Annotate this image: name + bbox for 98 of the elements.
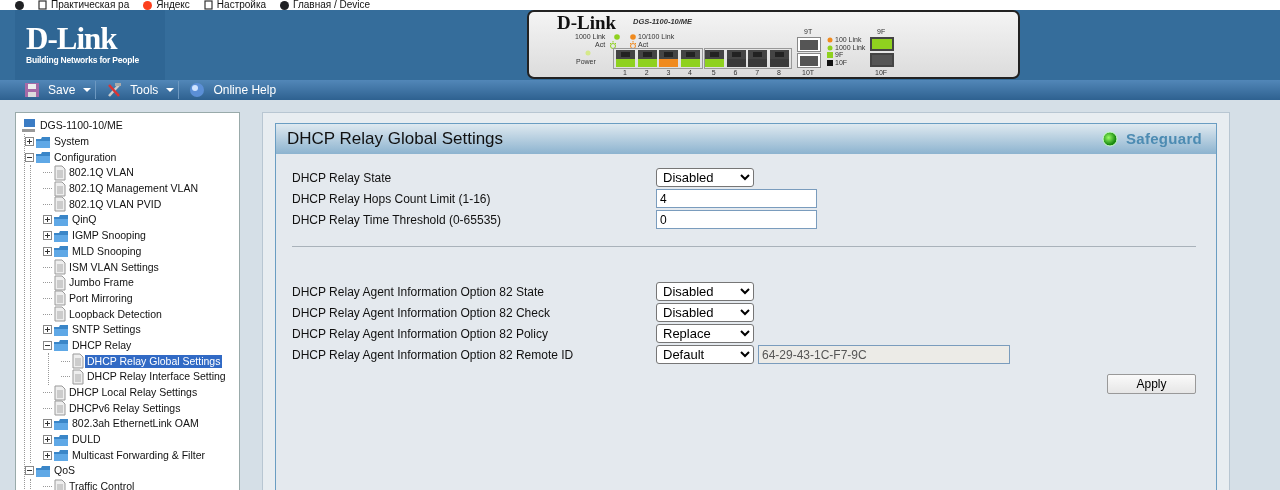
folder-icon [35,150,51,165]
document-icon [53,290,66,307]
folder-icon [53,432,69,447]
tree-item[interactable]: 802.1Q VLAN PVID [67,197,164,211]
caret-icon[interactable] [83,88,92,92]
tree-item[interactable]: 802.3ah EthernetLink OAM [70,417,201,431]
folder-icon [53,228,69,243]
document-icon [53,259,66,276]
tree-item[interactable]: Configuration [52,150,119,164]
collapse-icon[interactable] [25,466,34,476]
tree-item[interactable]: Multicast Forwarding & Filter [70,448,208,462]
expand-icon[interactable] [43,325,52,335]
tree-item[interactable]: 802.1Q VLAN [67,166,136,180]
folder-icon [53,212,69,227]
folder-icon [53,338,69,353]
logo-tagline: Building Networks for People [26,53,140,67]
expand-icon[interactable] [43,419,52,429]
globe-icon[interactable] [189,82,206,98]
expand-icon[interactable] [43,215,52,225]
toolbar-menu[interactable]: Tools [130,81,159,99]
expand-icon[interactable] [43,435,52,445]
document-icon [71,353,84,370]
tree-item[interactable]: QoS [52,464,77,478]
tree-item[interactable]: DHCP Relay [70,338,134,352]
tree-item[interactable]: Traffic Control [67,480,137,490]
document-icon [71,368,84,385]
bookmark-link[interactable]: Главная / Device [293,0,371,10]
dropdown-field[interactable]: Disabled [656,282,754,301]
tree-item[interactable]: SNTP Settings [70,323,143,337]
folder-icon [35,134,51,149]
folder-icon [53,448,69,463]
expand-icon[interactable] [43,231,52,241]
collapse-icon[interactable] [43,340,52,350]
computer-icon [21,117,37,134]
input-field[interactable]: 0 [656,210,817,229]
tree-item[interactable]: MLD Snooping [70,244,144,258]
safeguard-label: Safeguard [1125,128,1202,149]
tree-item[interactable]: QinQ [70,213,99,227]
ethernet-port-icon [797,53,821,68]
page-icon [203,0,213,10]
tree-item[interactable]: System [52,135,91,149]
document-icon [53,384,66,401]
tree-item[interactable]: Jumbo Frame [67,276,136,290]
tree-item[interactable]: 802.1Q Management VLAN [67,182,200,196]
tree-item[interactable]: DHCP Local Relay Settings [67,386,200,400]
dropdown-field[interactable]: Disabled [656,168,754,187]
tools-icon[interactable] [106,82,123,98]
ethernet-port-icon [797,37,821,52]
tree-item[interactable]: DGS-1100-10/ME [38,119,125,133]
tree-item[interactable]: DHCP Relay Interface Setting [85,370,228,384]
dropdown-field[interactable]: Disabled [656,303,754,322]
tree-item[interactable]: DHCP Relay Global Settings [85,354,223,368]
field-label: DHCP Relay Agent Information Option 82 State [292,283,545,301]
caret-icon[interactable] [166,88,175,92]
document-icon [53,478,66,490]
tree-item[interactable]: DULD [70,433,103,447]
field-label: DHCP Relay Agent Information Option 82 Remote ID [292,346,575,364]
tree-item[interactable]: Loopback Detection [67,307,164,321]
expand-icon[interactable] [43,450,52,460]
expand-icon[interactable] [25,137,34,147]
power-led-icon [585,50,591,56]
apply-button[interactable]: Apply [1107,374,1196,394]
input-field[interactable]: 4 [656,189,817,208]
field-label: DHCP Relay Hops Count Limit (1-16) [292,190,492,208]
document-icon [53,164,66,181]
dropdown-field[interactable]: Default [656,345,754,364]
panel-title: DHCP Relay Global Settings [287,128,504,150]
tree-item[interactable]: IGMP Snooping [70,229,148,243]
field-label: DHCP Relay Agent Information Option 82 Check [292,304,551,322]
document-icon [53,180,66,197]
status-light-icon [1101,131,1118,147]
bookmark-link[interactable]: Настройка [216,0,267,10]
folder-icon [53,416,69,431]
expand-icon[interactable] [43,246,52,256]
bookmark-link[interactable]: Практическая ра [51,0,130,10]
field-label: DHCP Relay Agent Information Option 82 Policy [292,325,549,343]
folder-icon [53,244,69,259]
toolbar-menu[interactable]: Save [48,81,76,99]
folder-icon [35,463,51,478]
folder-icon [53,322,69,337]
toolbar-menu[interactable]: Online Help [213,81,277,99]
tree-item[interactable]: DHCPv6 Relay Settings [67,401,183,415]
document-icon [53,196,66,213]
activity-led-icon [609,41,617,49]
document-icon [53,306,66,323]
collapse-icon[interactable] [25,152,34,162]
field-label: DHCP Relay Time Threshold (0-65535) [292,211,502,229]
page-icon [38,0,47,10]
panel-brand: D-Link [557,13,617,32]
document-icon [53,274,66,291]
tree-item[interactable]: ISM VLAN Settings [67,260,161,274]
activity-led-icon [629,41,637,49]
field-label: DHCP Relay State [292,169,393,187]
logo-name: D-Link [26,23,118,54]
dropdown-field[interactable]: Replace [656,324,754,343]
document-icon [53,400,66,417]
tree-item[interactable]: Port Mirroring [67,291,135,305]
bookmark-link[interactable]: Яндекс [156,0,190,10]
